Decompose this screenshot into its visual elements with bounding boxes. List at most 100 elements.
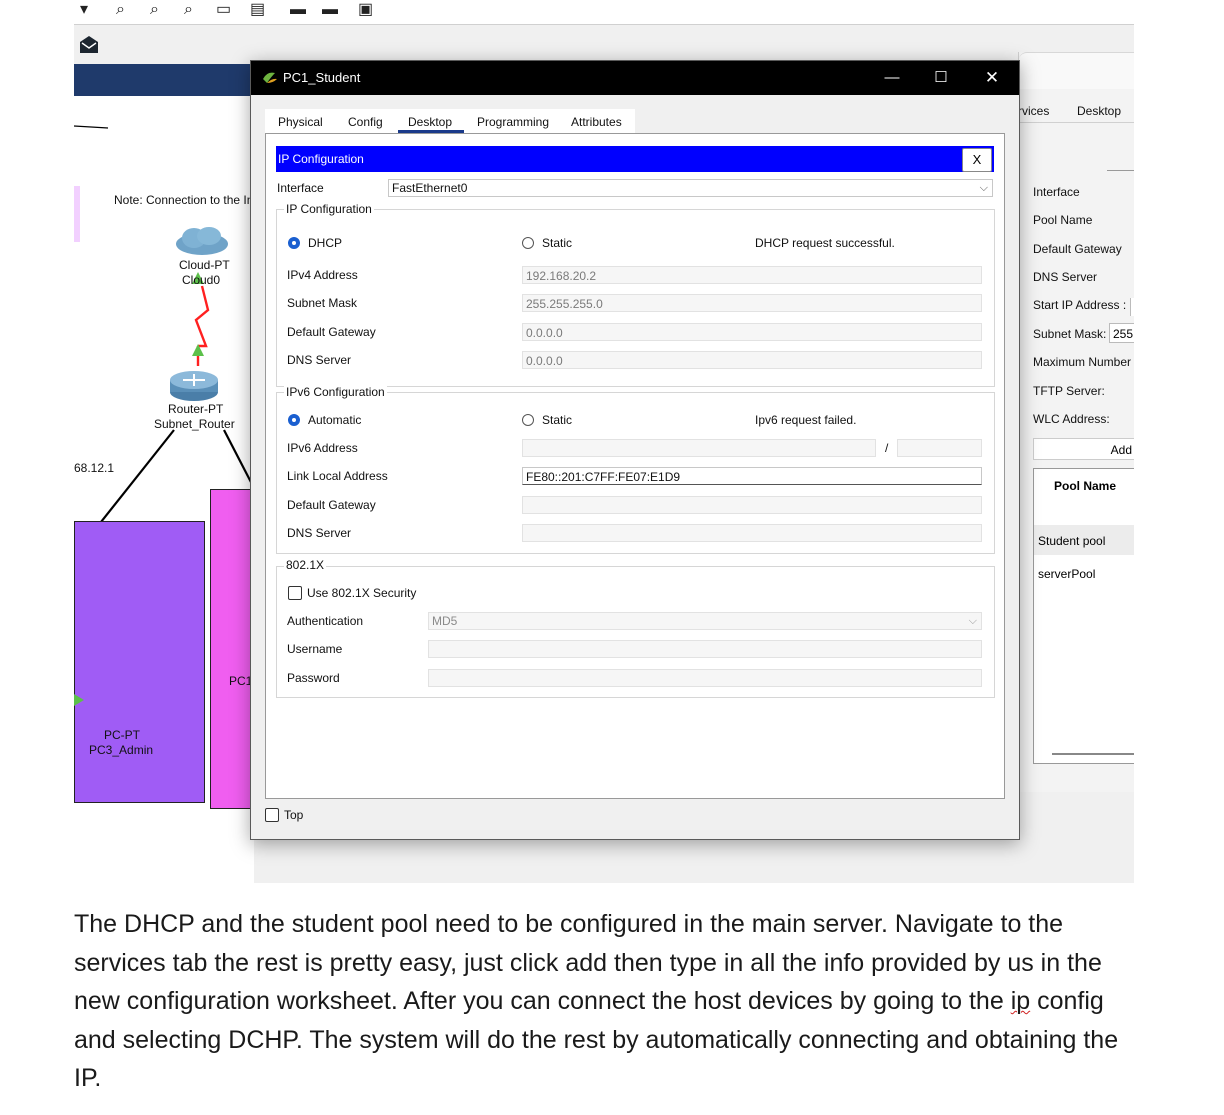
ipv6-status: Ipv6 request failed.	[755, 413, 857, 427]
close-icon[interactable]: ✕	[981, 67, 1003, 89]
link-indicator-icon	[74, 694, 84, 706]
cloud-label-name: Cloud0	[182, 273, 221, 287]
pc3-label-name: PC3_Admin	[89, 743, 154, 757]
ipv6-static-radio[interactable]	[522, 414, 534, 426]
ipv6-prefix-slash: /	[885, 441, 889, 455]
ipv6-group-title: IPv6 Configuration	[284, 385, 387, 399]
link-local-field[interactable]: FE80::201:C7FF:FE07:E1D9	[522, 467, 982, 485]
static-label: Static	[542, 236, 573, 250]
ipv6-address-label: IPv6 Address	[287, 441, 358, 455]
authentication-value: MD5	[432, 614, 458, 628]
pool-table: Pool Name Student pool serverPool	[1033, 468, 1134, 764]
tab-desktop[interactable]: Desktop	[398, 115, 465, 133]
default-gateway-field[interactable]: 0.0.0.0	[522, 323, 982, 341]
dhcp-radio[interactable]	[288, 237, 300, 249]
pool-row-student[interactable]: Student pool	[1038, 534, 1105, 548]
dropdown-arrow-icon[interactable]: ▾	[80, 2, 88, 18]
server-wlc-label: WLC Address:	[1033, 412, 1110, 426]
password-field[interactable]	[428, 669, 982, 687]
tab-attributes[interactable]: Attributes	[571, 115, 622, 129]
password-label: Password	[287, 671, 340, 685]
server-tftp-label: TFTP Server:	[1033, 384, 1105, 398]
default-gateway-label: Default Gateway	[287, 325, 376, 339]
router-icon[interactable]	[169, 368, 219, 402]
ipv6-gateway-field[interactable]	[522, 496, 982, 514]
server-start-ip-label: Start IP Address :	[1033, 298, 1127, 312]
main-toolbar: ▾ ⌕ ⌕ ⌕ ▭ ▤ ▬ ▬ ▣	[74, 0, 1134, 25]
use-dot1x-checkbox[interactable]	[288, 586, 302, 600]
caption-spellcheck-word: ip	[1010, 987, 1031, 1016]
top-checkbox[interactable]	[265, 808, 279, 822]
subnet-mask-label: Subnet Mask	[287, 296, 358, 310]
ipv6-automatic-radio[interactable]	[288, 414, 300, 426]
pool-row-server[interactable]: serverPool	[1038, 567, 1095, 581]
maximize-icon[interactable]: ☐	[930, 67, 952, 89]
chevron-down-icon: ⌵	[968, 615, 977, 627]
cloud-label-type: Cloud-PT	[179, 258, 230, 272]
use-dot1x-label: Use 802.1X Security	[307, 586, 417, 600]
ipv6-dns-label: DNS Server	[287, 526, 352, 540]
username-field[interactable]	[428, 640, 982, 658]
rectangle-tool-icon[interactable]: ▭	[216, 2, 231, 18]
server-interface-label: Interface	[1033, 185, 1080, 199]
interface-label: Interface	[277, 181, 324, 195]
router-label-name: Subnet_Router	[154, 417, 235, 431]
dns-server-field[interactable]: 0.0.0.0	[522, 351, 982, 369]
window-tabs: Physical Config Desktop Programming Attr…	[265, 109, 635, 133]
pc3-label-type: PC-PT	[104, 728, 140, 742]
packet-tracer-icon	[263, 72, 277, 83]
table-scrollbar[interactable]	[1052, 753, 1134, 755]
device-icon[interactable]: ▬	[322, 2, 338, 18]
zoom-in-icon[interactable]: ⌕	[116, 2, 125, 18]
server-start-ip-input[interactable]	[1130, 298, 1134, 316]
ipv4-address-field[interactable]: 192.168.20.2	[522, 266, 982, 284]
add-pool-button[interactable]: Add	[1033, 438, 1134, 460]
chevron-down-icon: ⌵	[979, 182, 988, 194]
topology-note: Note: Connection to the In	[114, 193, 254, 207]
static-radio[interactable]	[522, 237, 534, 249]
tab-services[interactable]: rvices	[1018, 104, 1049, 118]
ipv6-address-field[interactable]	[522, 439, 876, 457]
admin-lan-area	[74, 521, 205, 803]
caption-text-before: The DHCP and the student pool need to be…	[74, 910, 1102, 1016]
router-label-type: Router-PT	[168, 402, 224, 416]
server-subnet-label: Subnet Mask:	[1033, 327, 1107, 341]
ipv6-dns-field[interactable]	[522, 524, 982, 542]
ipv6-prefix-field[interactable]	[897, 439, 982, 457]
tab-desktop-server[interactable]: Desktop	[1077, 104, 1121, 118]
desktop-content: IP Configuration X Interface FastEtherne…	[265, 133, 1005, 799]
dns-server-label: DNS Server	[287, 353, 352, 367]
zoom-out-icon[interactable]: ⌕	[184, 2, 193, 18]
ip-config-title: IP Configuration	[278, 152, 364, 166]
palette-icon[interactable]: ▬	[290, 2, 306, 18]
tab-config[interactable]: Config	[348, 115, 383, 129]
envelope-icon[interactable]	[78, 33, 100, 55]
ip-config-close-button[interactable]: X	[962, 148, 992, 172]
custom-device-icon[interactable]: ▣	[358, 2, 373, 18]
zoom-reset-icon[interactable]: ⌕	[150, 2, 159, 18]
pool-name-header: Pool Name	[1053, 479, 1116, 493]
ipv6-gateway-label: Default Gateway	[287, 498, 376, 512]
authentication-select[interactable]: MD5 ⌵	[428, 612, 982, 630]
link-local-label: Link Local Address	[287, 469, 388, 483]
cloud-icon[interactable]	[174, 226, 230, 256]
header-bar	[74, 64, 254, 96]
tab-physical[interactable]: Physical	[278, 115, 323, 129]
window-title: PC1_Student	[283, 70, 361, 85]
subnet-mask-field[interactable]: 255.255.255.0	[522, 294, 982, 312]
note-tool-icon[interactable]: ▤	[250, 2, 265, 18]
ipv6-static-label: Static	[542, 413, 573, 427]
tab-programming[interactable]: Programming	[477, 115, 549, 129]
dhcp-label: DHCP	[308, 236, 343, 250]
window-title-bar[interactable]: PC1_Student — ☐ ✕	[251, 61, 1019, 95]
router-ip-label: 68.12.1	[74, 461, 115, 475]
server-dns-label: DNS Server	[1033, 270, 1098, 284]
server-max-users-label: Maximum Number o	[1033, 355, 1134, 369]
server-pool-name-label: Pool Name	[1033, 213, 1093, 227]
interface-select[interactable]: FastEthernet0 ⌵	[388, 179, 993, 197]
ipv4-address-label: IPv4 Address	[287, 268, 358, 282]
ip-config-header: IP Configuration X	[276, 146, 994, 172]
server-subnet-input[interactable]: 255	[1109, 323, 1134, 343]
ipv6-automatic-label: Automatic	[308, 413, 362, 427]
minimize-icon[interactable]: —	[881, 67, 903, 89]
